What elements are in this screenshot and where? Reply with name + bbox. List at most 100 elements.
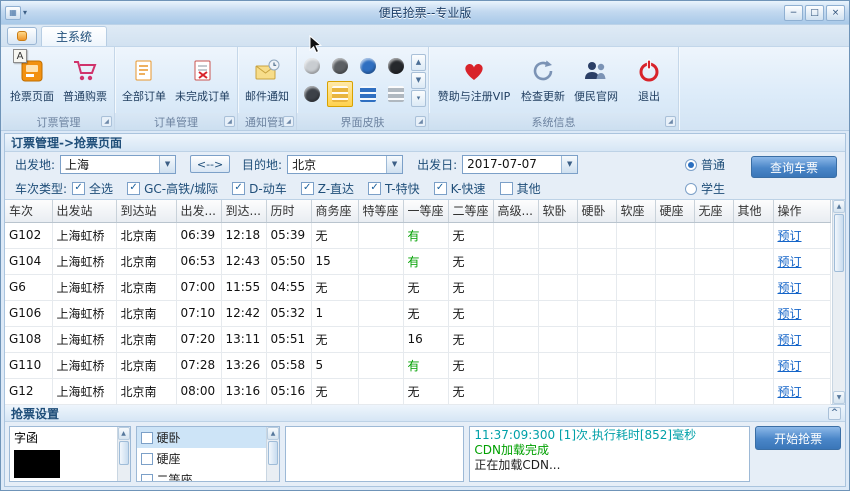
skin-button[interactable] xyxy=(299,53,325,79)
grab-settings-header[interactable]: 抢票设置 ^ xyxy=(5,405,845,422)
start-grab-button[interactable]: 开始抢票 xyxy=(755,426,841,450)
table-cell xyxy=(694,248,734,275)
normal-purchase-button[interactable]: 普通购票 xyxy=(59,50,111,110)
dialog-launcher-icon[interactable]: ◢ xyxy=(101,116,112,127)
train-select-list[interactable] xyxy=(285,426,465,482)
query-tickets-button[interactable]: 查询车票 xyxy=(751,156,837,178)
table-cell: 无 xyxy=(311,222,359,249)
column-header[interactable]: 特等座 xyxy=(358,200,404,223)
collapse-icon[interactable]: ^ xyxy=(828,407,841,420)
passenger-list-scrollbar[interactable]: ▲ xyxy=(116,427,130,481)
column-header[interactable]: 到达... xyxy=(221,200,267,223)
column-header[interactable]: 操作 xyxy=(773,200,831,223)
book-link[interactable]: 预订 xyxy=(778,229,802,243)
column-header[interactable]: 到达站 xyxy=(116,200,177,223)
dialog-launcher-icon[interactable]: ◢ xyxy=(224,116,235,127)
book-link[interactable]: 预订 xyxy=(778,359,802,373)
column-header[interactable]: 软卧 xyxy=(538,200,578,223)
system-menu-icon[interactable]: ▦ xyxy=(5,5,21,20)
date-picker[interactable]: 2017-07-07 ▼ xyxy=(462,154,579,174)
scroll-down-icon[interactable]: ▼ xyxy=(833,391,845,404)
scrollbar-thumb[interactable] xyxy=(834,214,844,272)
scroll-up-icon[interactable]: ▲ xyxy=(267,427,280,440)
table-scrollbar[interactable]: ▲ ▼ xyxy=(832,200,845,404)
book-link[interactable]: 预订 xyxy=(778,333,802,347)
train-type-checkbox[interactable]: 其他 xyxy=(499,180,541,197)
check-update-button[interactable]: 检查更新 xyxy=(517,50,569,110)
column-header[interactable]: 无座 xyxy=(694,200,734,223)
column-header[interactable]: 出发站 xyxy=(52,200,117,223)
swap-button[interactable]: <--> xyxy=(190,155,231,173)
skin-button[interactable] xyxy=(383,81,409,107)
column-header[interactable]: 出发... xyxy=(176,200,222,223)
train-type-checkbox[interactable]: ✓ Z-直达 xyxy=(300,180,354,197)
scrollbar-thumb[interactable] xyxy=(118,441,129,465)
skin-button[interactable] xyxy=(327,53,353,79)
skin-scroll-up-button[interactable]: ▲ xyxy=(411,53,426,71)
passenger-list[interactable]: 字函 ▲ xyxy=(9,426,131,482)
table-row: G108 上海虹桥 北京南 07:20 13:11 05:51 无 16 无预订 xyxy=(5,326,831,353)
column-header[interactable]: 硬卧 xyxy=(577,200,617,223)
dialog-launcher-icon[interactable]: ◢ xyxy=(283,116,294,127)
seat-list-scrollbar[interactable]: ▲ xyxy=(266,427,280,481)
column-header[interactable]: 一等座 xyxy=(403,200,449,223)
incomplete-orders-button[interactable]: 未完成订单 xyxy=(171,50,234,110)
column-header[interactable]: 商务座 xyxy=(311,200,359,223)
column-header[interactable]: 车次 xyxy=(5,200,53,223)
maximize-button[interactable]: □ xyxy=(805,4,824,21)
radio-normal[interactable]: 普通 xyxy=(684,156,725,173)
exit-button[interactable]: 退出 xyxy=(623,50,675,110)
close-button[interactable]: × xyxy=(826,4,845,21)
train-type-checkbox[interactable]: ✓ D-动车 xyxy=(232,180,287,197)
train-type-checkbox[interactable]: ✓ GC-高铁/城际 xyxy=(127,180,218,197)
to-combo[interactable]: 北京 ▼ xyxy=(287,154,404,174)
book-link[interactable]: 预订 xyxy=(778,255,802,269)
train-type-checkbox[interactable]: ✓ 全选 xyxy=(72,180,113,197)
mail-notify-button[interactable]: 邮件通知 xyxy=(241,50,293,110)
book-link[interactable]: 预订 xyxy=(778,307,802,321)
seat-option[interactable]: 二等座 xyxy=(137,469,266,481)
column-header[interactable]: 软座 xyxy=(616,200,656,223)
all-orders-button[interactable]: 全部订单 xyxy=(118,50,170,110)
dialog-launcher-icon[interactable]: ◢ xyxy=(415,116,426,127)
skin-button[interactable] xyxy=(383,53,409,79)
scrollbar-thumb[interactable] xyxy=(268,441,279,465)
column-header[interactable]: 硬座 xyxy=(655,200,695,223)
skin-button[interactable] xyxy=(299,81,325,107)
column-header[interactable]: 历时 xyxy=(266,200,312,223)
book-link[interactable]: 预订 xyxy=(778,281,802,295)
passenger-item[interactable]: 字函 xyxy=(10,427,117,448)
table-cell: 13:16 xyxy=(221,378,267,405)
seat-option[interactable]: 硬座 xyxy=(137,448,266,469)
radio-student[interactable]: 学生 xyxy=(684,180,725,197)
skin-button[interactable] xyxy=(355,53,381,79)
train-type-checkbox[interactable]: ✓ T-特快 xyxy=(368,180,420,197)
skin-scroll-down-button[interactable]: ▼ xyxy=(411,71,426,89)
official-website-button[interactable]: 便民官网 xyxy=(570,50,622,110)
skin-button[interactable] xyxy=(355,81,381,107)
table-cell: 预订 xyxy=(773,352,831,379)
minimize-button[interactable]: − xyxy=(784,4,803,21)
people-icon xyxy=(582,57,610,85)
book-link[interactable]: 预订 xyxy=(778,385,802,399)
seat-option[interactable]: 硬卧 xyxy=(136,427,267,448)
dialog-launcher-icon[interactable]: ◢ xyxy=(665,116,676,127)
chevron-down-icon[interactable]: ▼ xyxy=(386,155,403,173)
skin-button[interactable] xyxy=(327,81,353,107)
app-menu-button[interactable] xyxy=(7,27,37,45)
seat-type-list[interactable]: 硬卧硬座二等座一等座 ▲ xyxy=(135,426,281,482)
chevron-down-icon[interactable]: ▼ xyxy=(561,155,578,173)
chevron-down-icon[interactable]: ▼ xyxy=(159,155,176,173)
tab-main-system[interactable]: 主系统 xyxy=(41,26,108,46)
column-header[interactable]: 二等座 xyxy=(448,200,494,223)
scroll-up-icon[interactable]: ▲ xyxy=(833,200,845,213)
sponsor-vip-button[interactable]: 赞助与注册VIP xyxy=(432,50,516,110)
column-header[interactable]: 高级... xyxy=(493,200,539,223)
quick-access-caret-icon[interactable]: ▾ xyxy=(23,8,27,17)
table-cell xyxy=(616,326,656,353)
train-type-checkbox[interactable]: ✓ K-快速 xyxy=(433,180,486,197)
column-header[interactable]: 其他 xyxy=(733,200,774,223)
scroll-up-icon[interactable]: ▲ xyxy=(117,427,130,440)
from-combo[interactable]: 上海 ▼ xyxy=(60,154,177,174)
skin-gallery-more-button[interactable]: ▾ xyxy=(411,89,426,107)
